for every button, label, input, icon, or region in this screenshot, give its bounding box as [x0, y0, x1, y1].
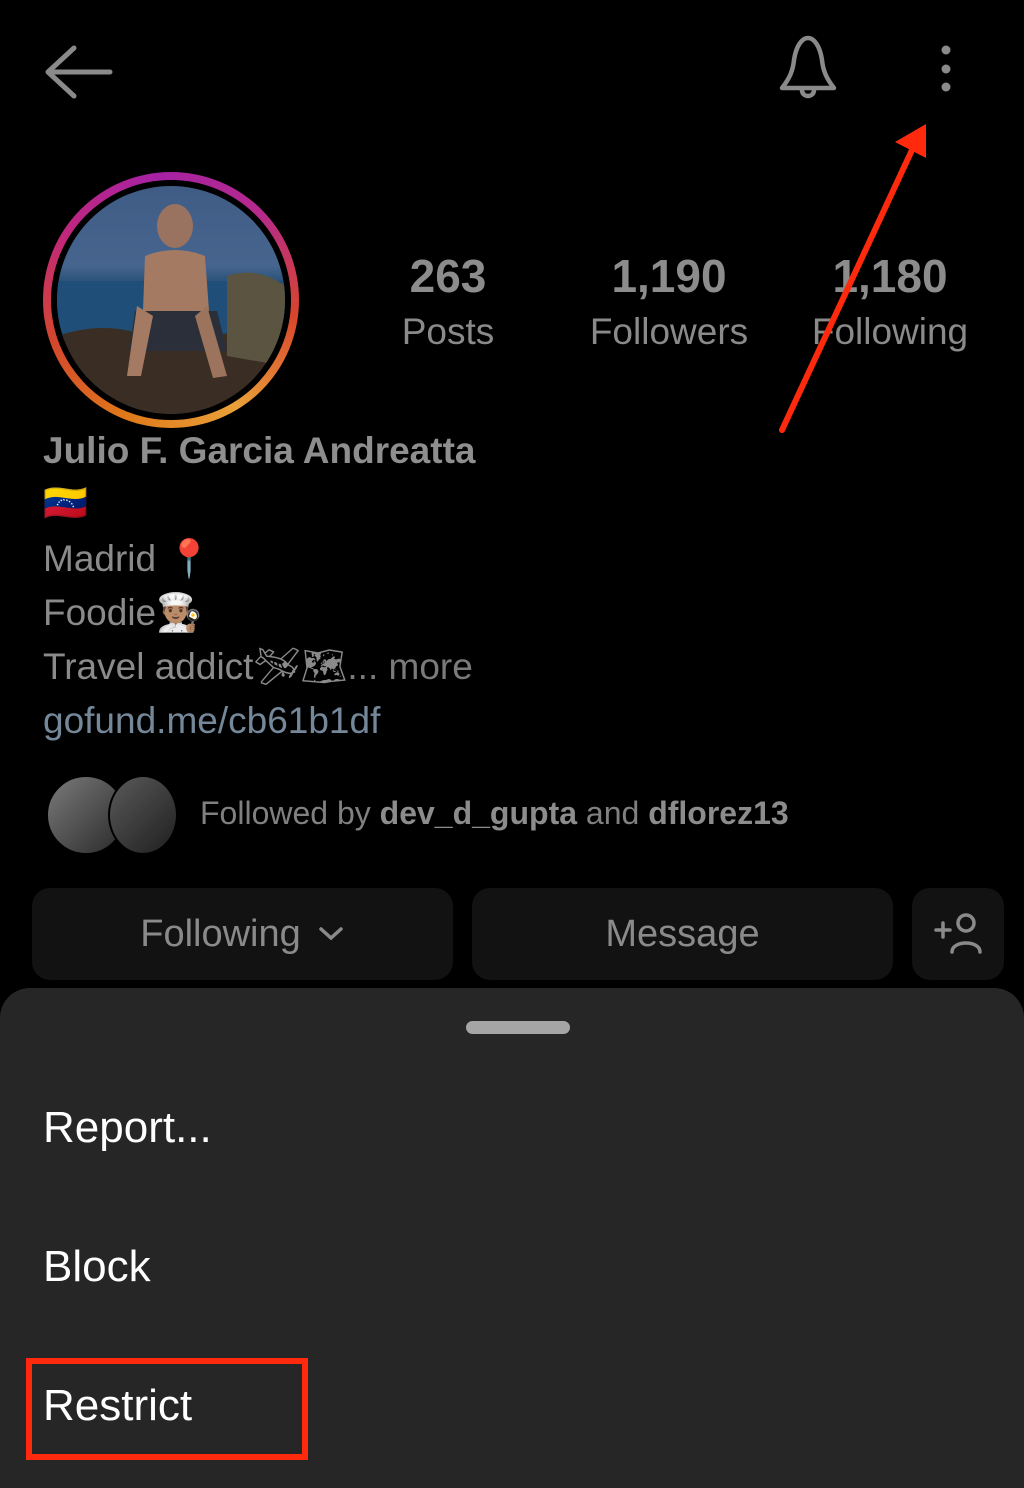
followed-by-joiner: and — [577, 795, 649, 831]
bio-foodie-text: Foodie — [43, 592, 157, 633]
mutual-follower-avatar — [108, 775, 178, 855]
bio-location-text: Madrid — [43, 538, 167, 579]
bio-location-line: Madrid 📍 — [43, 538, 212, 581]
bio-travel-text: Travel addict — [43, 646, 254, 687]
annotation-arrow — [779, 124, 926, 433]
menu-item-report[interactable]: Report... — [43, 1103, 212, 1153]
arrow-shaft — [779, 147, 915, 433]
message-button[interactable]: Message — [472, 888, 893, 980]
sheet-drag-handle[interactable] — [466, 1021, 570, 1034]
profile-link[interactable]: gofund.me/cb61b1df — [43, 700, 380, 742]
restrict-highlight-box — [26, 1358, 308, 1460]
followed-by-text[interactable]: Followed by dev_d_gupta and dflorez13 — [200, 795, 789, 832]
bio-more-link[interactable]: ... more — [347, 646, 472, 687]
pin-icon: 📍 — [166, 538, 213, 579]
following-button-label: Following — [140, 912, 301, 955]
menu-item-block[interactable]: Block — [43, 1242, 151, 1292]
chef-icon: 👨🏽‍🍳 — [156, 592, 203, 633]
mutual-user-1: dev_d_gupta — [379, 795, 578, 831]
chevron-down-icon — [319, 927, 343, 941]
flag-emoji: 🇻🇪 — [43, 482, 88, 523]
mutual-user-2: dflorez13 — [648, 795, 789, 831]
airplane-map-icon: 🛩🗺 — [253, 646, 348, 687]
following-button[interactable]: Following — [32, 888, 453, 980]
bio-foodie-line: Foodie👨🏽‍🍳 — [43, 592, 202, 635]
add-person-icon — [934, 913, 982, 954]
message-button-label: Message — [605, 912, 760, 955]
bio-travel-line: Travel addict🛩🗺... more — [43, 646, 473, 689]
followed-by-prefix: Followed by — [200, 795, 380, 831]
suggested-users-button[interactable] — [912, 888, 1004, 980]
